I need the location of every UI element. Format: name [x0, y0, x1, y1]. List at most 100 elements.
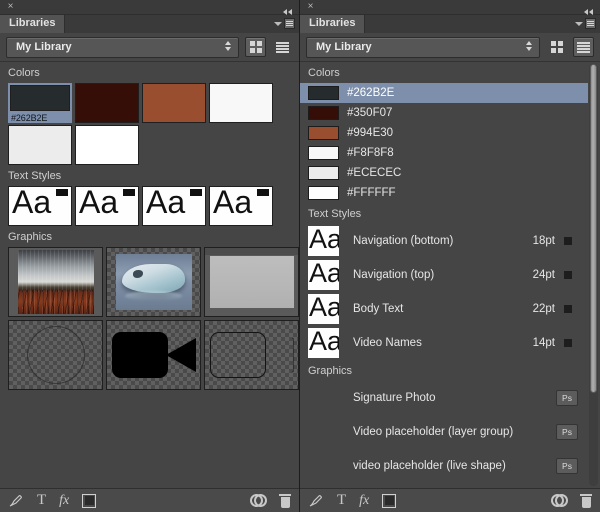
color-swatch[interactable] — [142, 83, 206, 123]
section-header-text-styles: Text Styles — [300, 203, 588, 224]
graphic-list-item[interactable]: Signature Photo Ps — [300, 381, 588, 415]
video-camera-outline-icon — [210, 332, 294, 378]
panel-chrome-right: × — [300, 0, 600, 15]
library-select-row-right: My Library — [300, 33, 600, 61]
panel-menu-button[interactable] — [274, 18, 295, 29]
library-select[interactable]: My Library — [6, 37, 239, 58]
gray-shape-thumbnail — [308, 452, 339, 480]
graphics-grid — [0, 247, 299, 390]
text-style-name: Navigation (top) — [353, 269, 434, 281]
text-style-size: 18pt — [533, 235, 555, 247]
grid-view-button[interactable] — [245, 37, 266, 57]
grid-view-button[interactable] — [546, 37, 567, 57]
text-style-list-item[interactable]: Aa Body Text 22pt — [300, 292, 588, 326]
list-view-button[interactable] — [573, 37, 594, 57]
text-style-cell[interactable]: Aa — [8, 186, 72, 226]
library-select[interactable]: My Library — [306, 37, 540, 58]
library-scroll-area-left[interactable]: Colors #262B2E Text Styles Aa — [0, 62, 299, 488]
add-color-icon[interactable] — [82, 494, 96, 508]
color-hex-label: #994E30 — [347, 127, 393, 139]
color-hex-label: #F8F8F8 — [347, 147, 394, 159]
add-layer-style-icon[interactable]: fx — [59, 494, 69, 508]
graphic-name: video placeholder (live shape) — [353, 460, 506, 472]
hamburger-menu-icon — [585, 18, 596, 29]
grid-view-icon — [250, 41, 262, 53]
section-header-text-styles: Text Styles — [0, 165, 299, 186]
library-content-list: Colors #262B2E #350F07 #994E30 #F8F8F8 — [300, 61, 600, 488]
color-hex-label: #350F07 — [347, 107, 392, 119]
text-style-thumbnail: Aa — [308, 294, 339, 324]
graphic-list-item-clipped[interactable] — [308, 479, 588, 488]
add-color-icon[interactable] — [382, 494, 396, 508]
color-list-item[interactable]: #994E30 — [300, 123, 588, 143]
library-scroll-area-right[interactable]: Colors #262B2E #350F07 #994E30 #F8F8F8 — [300, 62, 588, 488]
text-style-corner-marker — [257, 189, 269, 196]
collapse-panel-icon[interactable] — [583, 3, 595, 11]
add-graphic-icon[interactable] — [308, 494, 324, 508]
creative-cloud-icon[interactable] — [551, 494, 567, 507]
text-style-list-item[interactable]: Aa Navigation (bottom) 18pt — [300, 224, 588, 258]
graphic-cell-video-camera-outline[interactable] — [204, 320, 299, 390]
list-view-button[interactable] — [272, 37, 293, 57]
section-header-graphics: Graphics — [300, 360, 588, 381]
storm-photo-thumbnail — [18, 250, 94, 314]
text-style-sample: Aa — [309, 260, 339, 290]
color-list-item[interactable]: #262B2E — [300, 83, 588, 103]
text-style-list-item[interactable]: Aa Video Names 14pt — [300, 326, 588, 360]
text-style-cell[interactable]: Aa — [209, 186, 273, 226]
color-swatch[interactable] — [75, 125, 139, 165]
chevron-down-icon — [274, 22, 282, 26]
color-swatch[interactable] — [75, 83, 139, 123]
graphic-list-item[interactable]: video placeholder (live shape) Ps — [300, 449, 588, 483]
color-swatch — [308, 106, 339, 120]
creative-cloud-icon[interactable] — [250, 494, 266, 507]
color-list-item[interactable]: #F8F8F8 — [300, 143, 588, 163]
text-style-list-item[interactable]: Aa Navigation (top) 24pt — [300, 258, 588, 292]
add-layer-style-icon[interactable]: fx — [359, 494, 369, 508]
grid-view-icon — [551, 41, 563, 53]
chevron-down-icon — [575, 22, 583, 26]
graphic-cell-video-placeholder-live-shape[interactable] — [204, 247, 299, 317]
iceberg-photo-thumbnail — [116, 254, 192, 310]
tab-libraries[interactable]: Libraries — [0, 15, 65, 33]
color-swatch[interactable]: #262B2E — [8, 83, 72, 123]
add-text-style-icon[interactable]: T — [37, 493, 46, 508]
tab-libraries[interactable]: Libraries — [300, 15, 365, 33]
close-icon[interactable]: × — [6, 2, 15, 11]
colors-grid: #262B2E — [0, 83, 299, 165]
add-text-style-icon[interactable]: T — [337, 493, 346, 508]
color-swatch — [308, 166, 339, 180]
scrollbar-thumb[interactable] — [590, 64, 597, 393]
text-style-cell[interactable]: Aa — [142, 186, 206, 226]
color-swatch[interactable] — [8, 125, 72, 165]
panel-footer-right: T fx — [300, 488, 600, 512]
graphic-cell-signature-photo[interactable] — [8, 247, 103, 317]
text-style-size: 14pt — [533, 337, 555, 349]
libraries-panels-comparison: × Libraries My Library — [0, 0, 600, 512]
text-style-sample: Aa — [309, 226, 339, 256]
graphic-cell-video-placeholder-layer-group[interactable] — [106, 247, 201, 317]
graphic-cell-dashed-circle[interactable] — [8, 320, 103, 390]
gray-shape-thumbnail — [210, 256, 294, 308]
color-swatch[interactable] — [209, 83, 273, 123]
delete-icon[interactable] — [279, 494, 291, 508]
graphic-cell-video-camera-solid[interactable] — [106, 320, 201, 390]
photoshop-badge: Ps — [556, 424, 578, 440]
tab-strip-filler — [365, 15, 600, 33]
graphic-list-item[interactable]: Video placeholder (layer group) Ps — [300, 415, 588, 449]
text-style-sample: Aa — [309, 328, 339, 358]
text-style-cell[interactable]: Aa — [75, 186, 139, 226]
color-list-item[interactable]: #FFFFFF — [300, 183, 588, 203]
delete-icon[interactable] — [580, 494, 592, 508]
color-list-item[interactable]: #350F07 — [300, 103, 588, 123]
color-list-item[interactable]: #ECECEC — [300, 163, 588, 183]
vertical-scrollbar[interactable] — [589, 64, 598, 486]
panel-menu-button[interactable] — [575, 18, 596, 29]
color-chip — [8, 125, 72, 165]
add-graphic-icon[interactable] — [8, 494, 24, 508]
close-icon[interactable]: × — [306, 2, 315, 11]
photoshop-badge: Ps — [556, 458, 578, 474]
color-hex-label: #262B2E — [11, 113, 47, 123]
color-hex-label: #FFFFFF — [347, 187, 396, 199]
collapse-panel-icon[interactable] — [282, 3, 294, 11]
